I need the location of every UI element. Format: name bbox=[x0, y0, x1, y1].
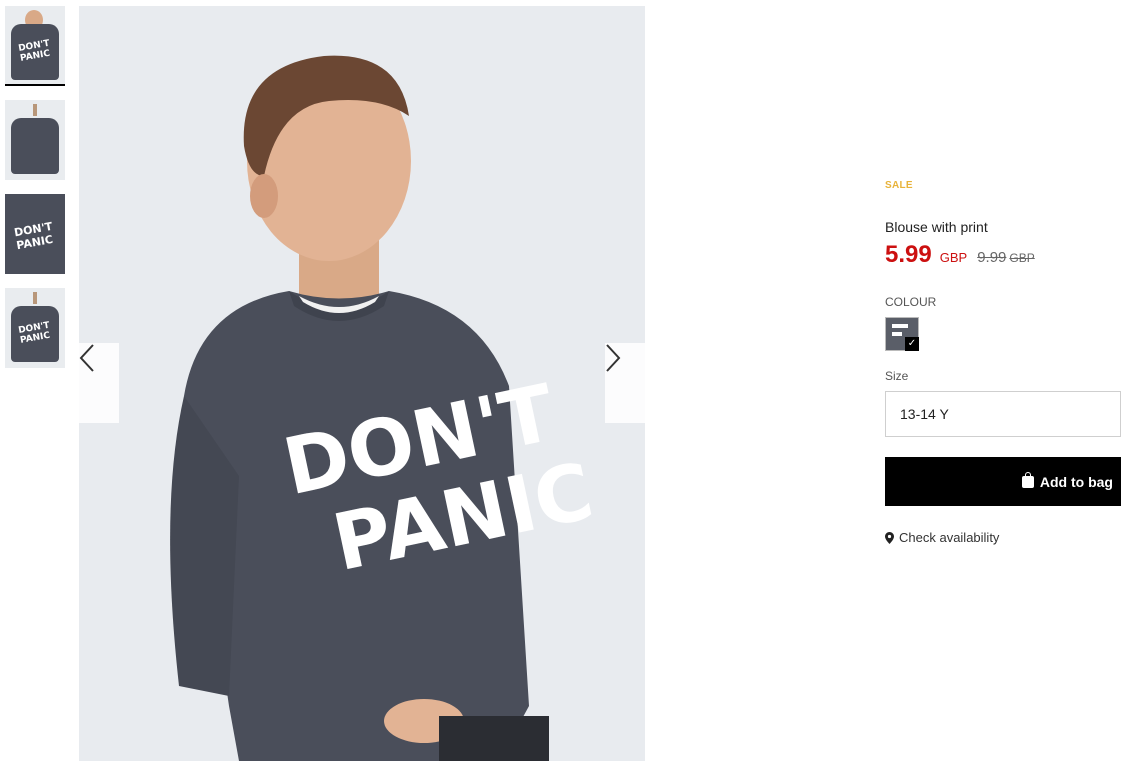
add-to-bag-label: Add to bag bbox=[1039, 473, 1113, 490]
thumbnail-hanger-front[interactable]: DON'T PANIC bbox=[5, 288, 65, 368]
size-select[interactable]: 13-14 Y bbox=[885, 391, 1121, 437]
size-label: Size bbox=[885, 369, 909, 383]
check-availability-link[interactable]: Check availability bbox=[885, 530, 1121, 545]
product-photo: DON'T PANIC bbox=[170, 55, 601, 761]
old-price-currency: GBP bbox=[1009, 251, 1035, 265]
sale-badge: SALE bbox=[885, 180, 913, 191]
shopping-bag-icon bbox=[1021, 471, 1034, 488]
thumbnail-closeup-print[interactable]: DON'T PANIC bbox=[5, 194, 65, 274]
current-price: 5.99 bbox=[885, 241, 932, 268]
location-pin-icon bbox=[885, 531, 894, 544]
chevron-right-icon bbox=[606, 344, 621, 372]
hanger-icon bbox=[33, 104, 37, 116]
product-info: SALE Blouse with print 5.99 GBP 9.99 GBP… bbox=[885, 180, 1121, 545]
check-availability-label: Check availability bbox=[899, 530, 1000, 545]
chevron-left-icon bbox=[79, 344, 94, 372]
hanger-icon bbox=[33, 292, 37, 304]
old-price: 9.99 bbox=[977, 249, 1007, 266]
swatch-pattern bbox=[892, 332, 902, 336]
price-row: 5.99 GBP 9.99 GBP bbox=[885, 241, 1121, 269]
next-image-button[interactable] bbox=[605, 343, 645, 423]
swatch-pattern bbox=[892, 324, 908, 328]
thumbnail-sweater bbox=[11, 118, 59, 174]
colour-label: COLOUR bbox=[885, 295, 937, 309]
thumbnail-hanger-back[interactable] bbox=[5, 100, 65, 180]
selected-size: 13-14 Y bbox=[900, 406, 949, 422]
thumbnail-model-front[interactable]: DON'T PANIC bbox=[5, 6, 65, 86]
checkmark-icon: ✓ bbox=[905, 337, 919, 351]
previous-image-button[interactable] bbox=[79, 343, 119, 423]
thumbnail-list: DON'T PANIC DON'T PANIC DON'T PANIC bbox=[5, 6, 65, 382]
colour-swatch[interactable]: ✓ bbox=[885, 317, 919, 351]
product-title: Blouse with print bbox=[885, 219, 988, 235]
current-price-currency: GBP bbox=[939, 250, 968, 265]
add-to-bag-button[interactable]: Add to bag bbox=[885, 457, 1121, 506]
main-product-image: DON'T PANIC bbox=[79, 6, 645, 761]
